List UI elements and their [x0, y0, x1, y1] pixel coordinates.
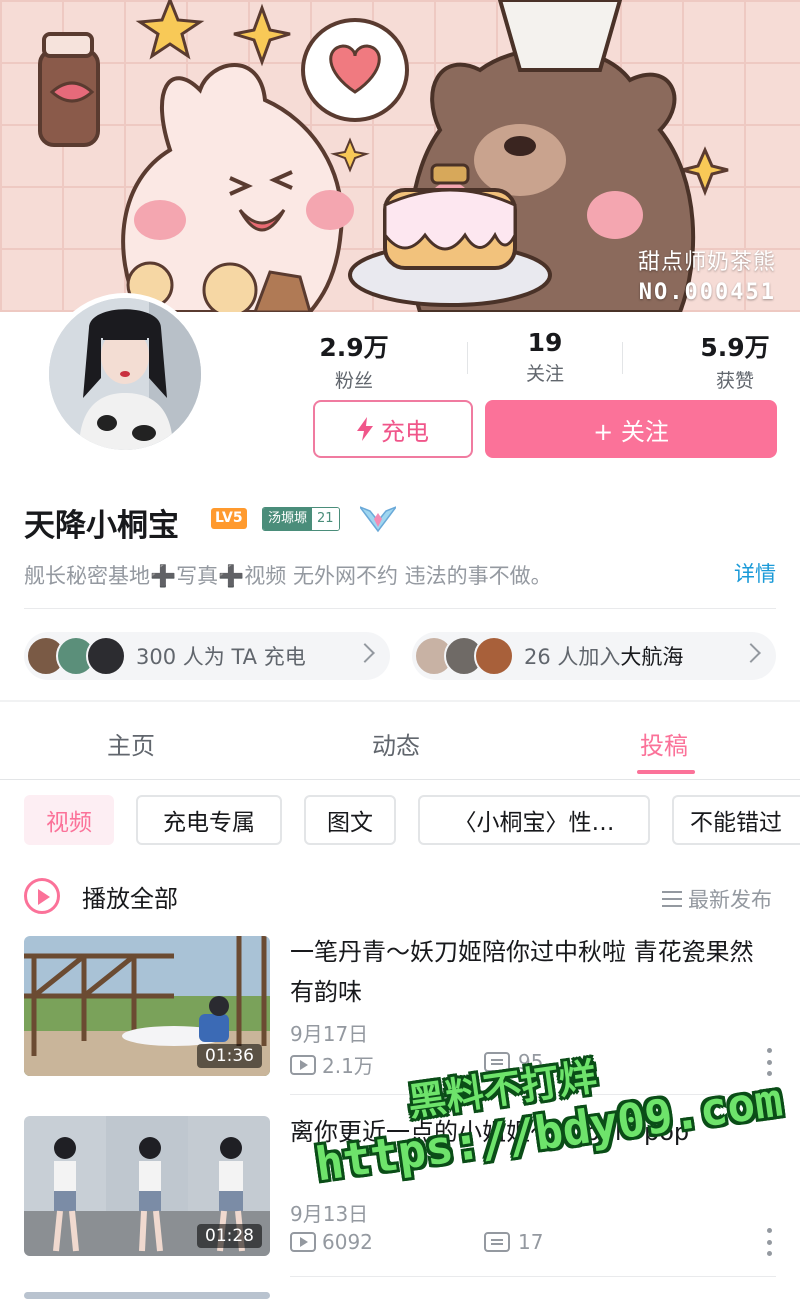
comment-icon — [484, 1052, 510, 1072]
wings-badge-icon[interactable] — [360, 503, 396, 533]
avatar-photo — [49, 298, 201, 450]
stat-divider — [467, 342, 468, 374]
tab-uploads[interactable]: 投稿 — [640, 726, 688, 761]
fan-medal-level: 21 — [312, 508, 339, 530]
avatar — [86, 636, 126, 676]
video-date: 9月13日 — [290, 1202, 369, 1226]
charge-button[interactable]: 充电 — [313, 400, 473, 458]
video-comments: 95 — [484, 1050, 543, 1074]
sort-label: 最新发布 — [688, 888, 772, 912]
crew-count-suffix: 人加入 — [557, 645, 621, 669]
more-options-icon[interactable] — [766, 1048, 772, 1076]
chip-collection[interactable]: 〈小桐宝〉性… — [418, 795, 650, 845]
banner-badge-number: NO.000451 — [638, 280, 776, 305]
video-views: 6092 — [290, 1230, 373, 1254]
play-all-button[interactable]: 播放全部 — [24, 878, 178, 914]
fan-medal-name: 汤塬塬 — [263, 508, 313, 530]
video-title[interactable]: 一笔丹青～妖刀姬陪你过中秋啦 青花瓷果然有韵味 — [290, 932, 776, 1012]
charge-count: 300 — [136, 645, 177, 669]
play-circle-icon — [24, 878, 60, 914]
video-comment-count: 17 — [518, 1230, 544, 1254]
fans-count: 2.9万 — [319, 333, 389, 362]
supporter-avatars — [26, 636, 126, 676]
tab-home[interactable]: 主页 — [107, 726, 155, 761]
divider — [290, 1094, 776, 1095]
charge-count-suffix: 人为 TA 充电 — [182, 645, 306, 669]
video-date: 9月17日 — [290, 1022, 369, 1046]
likes-count: 5.9万 — [700, 333, 770, 362]
tabs-divider — [0, 779, 800, 780]
crew-avatars — [414, 636, 514, 676]
sort-icon — [662, 891, 682, 907]
following-count: 19 — [527, 328, 563, 357]
chip-videos[interactable]: 视频 — [24, 795, 114, 845]
username: 天降小桐宝 — [24, 508, 179, 544]
active-tab-indicator — [637, 770, 695, 774]
bio: 舰长秘密基地➕写真➕视频 无外网不约 违法的事不做。 — [24, 564, 552, 588]
play-count-icon — [290, 1232, 316, 1252]
chevron-right-icon — [355, 643, 375, 663]
crew-members-text: 26 人加入大航海 — [524, 641, 683, 671]
detail-link[interactable]: 详情 — [734, 558, 776, 588]
profile-banner: 甜点师奶茶熊 NO.000451 — [0, 0, 800, 312]
play-all-label: 播放全部 — [82, 884, 178, 913]
fan-medal[interactable]: 汤塬塬 21 — [262, 507, 340, 531]
lightning-icon — [357, 417, 373, 441]
charge-supporters-pill[interactable]: 300 人为 TA 充电 — [24, 632, 390, 680]
chip-must-see[interactable]: 不能错过 — [672, 795, 800, 845]
video-comment-count: 95 — [518, 1050, 544, 1074]
stat-divider — [622, 342, 623, 374]
video-thumbnail[interactable]: 01:36 — [24, 936, 270, 1076]
divider — [24, 608, 776, 609]
more-options-icon[interactable] — [766, 1228, 772, 1256]
video-views: 2.1万 — [290, 1050, 374, 1079]
crew-count: 26 — [524, 645, 551, 669]
stat-likes[interactable]: 5.9万 获赞 — [660, 328, 800, 393]
chevron-right-icon — [741, 643, 761, 663]
crew-members-pill[interactable]: 26 人加入大航海 — [412, 632, 776, 680]
charge-supporters-text: 300 人为 TA 充电 — [136, 641, 306, 671]
follow-button-label: + 关注 — [593, 417, 669, 446]
banner-badge-title: 甜点师奶茶熊 — [637, 250, 776, 275]
tab-dynamics[interactable]: 动态 — [372, 726, 420, 761]
video-title[interactable]: 离你更近一点的小姐姐～bubble pop — [290, 1112, 776, 1152]
video-view-count: 6092 — [322, 1230, 373, 1254]
following-label: 关注 — [525, 363, 564, 385]
avatar[interactable] — [44, 293, 206, 455]
video-view-count: 2.1万 — [322, 1054, 374, 1078]
play-count-icon — [290, 1054, 316, 1075]
divider — [290, 1276, 776, 1277]
sort-button[interactable]: 最新发布 — [662, 884, 772, 914]
level-badge: LV5 — [211, 508, 247, 529]
fans-label: 粉丝 — [334, 370, 373, 392]
section-separator — [0, 700, 800, 702]
video-duration: 01:36 — [197, 1044, 262, 1068]
video-thumbnail[interactable]: 01:28 — [24, 1116, 270, 1256]
crew-name: 大航海 — [620, 645, 684, 669]
avatar — [474, 636, 514, 676]
chip-charge-exclusive[interactable]: 充电专属 — [136, 795, 282, 845]
follow-button[interactable]: + 关注 — [485, 400, 777, 458]
video-duration: 01:28 — [197, 1224, 262, 1248]
chip-articles[interactable]: 图文 — [304, 795, 396, 845]
stat-following[interactable]: 19 关注 — [470, 328, 620, 386]
stat-fans[interactable]: 2.9万 粉丝 — [279, 328, 429, 393]
video-thumbnail[interactable] — [24, 1292, 270, 1299]
banner-badge: 甜点师奶茶熊 NO.000451 — [638, 244, 776, 305]
likes-label: 获赞 — [715, 370, 754, 392]
comment-icon — [484, 1232, 510, 1252]
charge-button-label: 充电 — [381, 417, 429, 446]
video-comments: 17 — [484, 1230, 543, 1254]
